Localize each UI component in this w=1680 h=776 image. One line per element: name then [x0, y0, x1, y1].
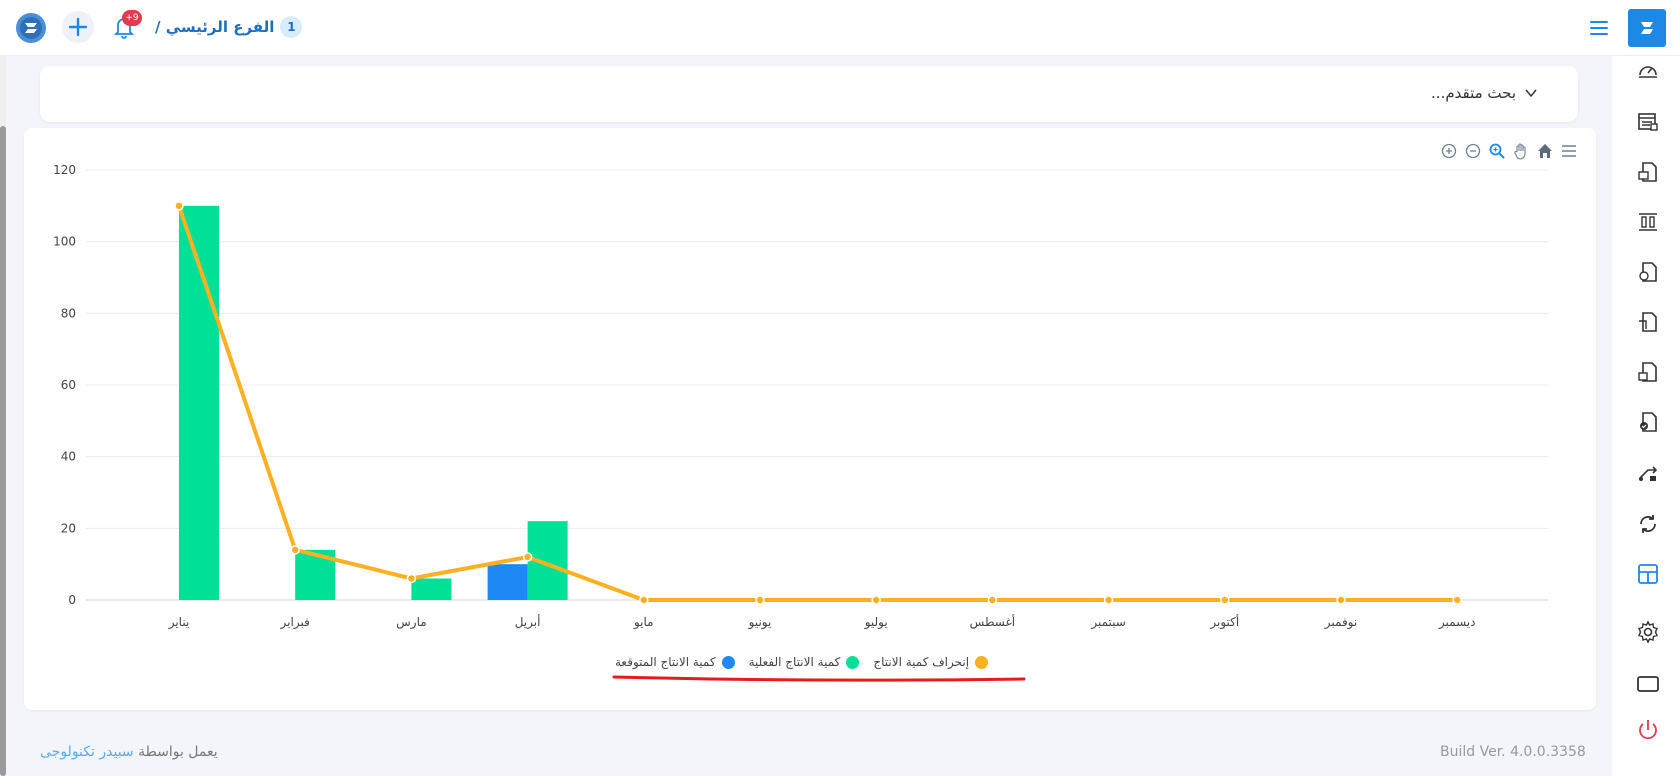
y-tick-label: 80 [61, 306, 76, 320]
y-tick-label: 40 [61, 450, 76, 464]
legend-marker-expected [721, 655, 735, 669]
chart-legend: إنحراف كمية الانتاج كمية الانتاج الفعلية… [615, 652, 989, 672]
chart-menu-icon[interactable] [1560, 142, 1578, 160]
zoom-in-icon[interactable] [1440, 142, 1458, 160]
deviation-point [1220, 595, 1230, 605]
legend-marker-deviation [975, 655, 989, 669]
legend-item-deviation[interactable]: إنحراف كمية الانتاج [873, 655, 989, 669]
footer-powered-by: يعمل بواسطة سبيدر تكنولوجى [40, 744, 218, 760]
x-tick-label: أغسطس [970, 614, 1015, 630]
home-reset-icon[interactable] [1536, 142, 1554, 160]
x-tick-label: يونيو [748, 615, 772, 630]
deviation-point [406, 573, 417, 584]
x-tick-label: فبراير [280, 615, 310, 630]
x-tick-label: يوليو [864, 615, 888, 630]
annotation-underline [612, 675, 1026, 682]
zoom-out-icon[interactable] [1464, 142, 1482, 160]
legend-label-actual: كمية الانتاج الفعلية [748, 655, 841, 669]
deviation-point [871, 595, 881, 605]
x-tick-label: نوفمبر [1324, 615, 1357, 630]
y-tick-label: 20 [61, 521, 76, 535]
deviation-point [522, 552, 533, 562]
bar-expected [487, 564, 528, 600]
footer-powered-prefix: يعمل بواسطة [138, 744, 218, 760]
build-version: Build Ver. 4.0.0.3358 [1440, 744, 1586, 760]
y-tick-label: 60 [61, 378, 76, 392]
deviation-point [1103, 595, 1114, 605]
x-tick-label: مارس [396, 615, 427, 630]
y-tick-label: 100 [53, 235, 76, 249]
deviation-point [987, 595, 998, 605]
x-tick-label: يناير [168, 615, 190, 630]
deviation-point [755, 595, 765, 605]
x-tick-label: سبتمبر [1090, 615, 1125, 630]
x-tick-label: أكتوبر [1209, 614, 1239, 630]
deviation-line [177, 205, 1458, 602]
x-tick-label: أبريل [515, 614, 541, 630]
y-tick-label: 0 [68, 593, 76, 607]
legend-item-actual[interactable]: كمية الانتاج الفعلية [749, 655, 860, 669]
y-tick-label: 120 [53, 163, 76, 177]
footer-brand-link[interactable]: سبيدر تكنولوجى [40, 744, 134, 760]
deviation-point [639, 595, 649, 605]
x-tick-label: ديسمبر [1438, 615, 1476, 630]
deviation-point [290, 545, 300, 555]
legend-label-expected: كمية الانتاج المتوقعة [615, 655, 716, 669]
x-tick-label: مايو [633, 615, 654, 630]
deviation-point [1452, 595, 1462, 605]
deviation-point [1336, 595, 1346, 605]
bar-actual [411, 578, 452, 600]
legend-marker-actual [846, 655, 860, 669]
legend-label-deviation: إنحراف كمية الانتاج [873, 655, 970, 669]
pan-hand-icon[interactable] [1512, 142, 1530, 160]
selection-zoom-icon[interactable] [1488, 142, 1506, 160]
legend-item-expected[interactable]: كمية الانتاج المتوقعة [615, 655, 735, 669]
deviation-point [174, 201, 184, 211]
chart-toolbar [1440, 142, 1578, 162]
